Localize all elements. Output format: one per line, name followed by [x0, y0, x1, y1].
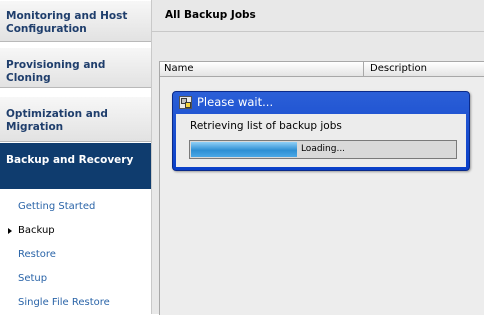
nav-section-label: Monitoring and Host Configuration	[6, 10, 128, 35]
wait-icon	[179, 96, 192, 109]
nav-section-label: Backup and Recovery	[6, 154, 134, 166]
nav-section-label: Provisioning and Cloning	[6, 59, 106, 84]
progress-bar: Loading...	[189, 140, 457, 159]
sidebar-item-restore[interactable]: Restore	[18, 249, 56, 261]
dialog-message: Retrieving list of backup jobs	[190, 120, 342, 132]
sidebar-item-getting-started[interactable]: Getting Started	[18, 201, 95, 213]
nav-section-provisioning[interactable]: Provisioning and Cloning	[0, 47, 151, 88]
selected-bullet-icon	[8, 228, 12, 234]
nav-section-monitoring[interactable]: Monitoring and Host Configuration	[0, 0, 151, 42]
table-header: Name Description	[160, 62, 484, 77]
page-title: All Backup Jobs	[165, 9, 256, 21]
column-header-name[interactable]: Name	[160, 62, 364, 76]
dialog-body: Retrieving list of backup jobs Loading..…	[176, 114, 466, 167]
sidebar: Monitoring and Host Configuration Provis…	[0, 0, 152, 314]
please-wait-dialog: Please wait... Retrieving list of backup…	[172, 91, 470, 171]
sidebar-item-setup[interactable]: Setup	[18, 273, 47, 285]
nav-section-optimization[interactable]: Optimization and Migration	[0, 96, 151, 142]
progress-text: Loading...	[300, 144, 346, 154]
dialog-titlebar[interactable]: Please wait...	[173, 92, 469, 113]
nav-section-backup-recovery[interactable]: Backup and Recovery	[0, 143, 151, 189]
divider	[152, 31, 484, 32]
nav-section-label: Optimization and Migration	[6, 108, 108, 133]
sidebar-item-backup[interactable]: Backup	[18, 225, 55, 237]
sidebar-item-single-file-restore[interactable]: Single File Restore	[18, 297, 110, 309]
dialog-title: Please wait...	[197, 95, 274, 109]
column-header-description[interactable]: Description	[364, 62, 484, 76]
nav-gap	[0, 88, 151, 96]
